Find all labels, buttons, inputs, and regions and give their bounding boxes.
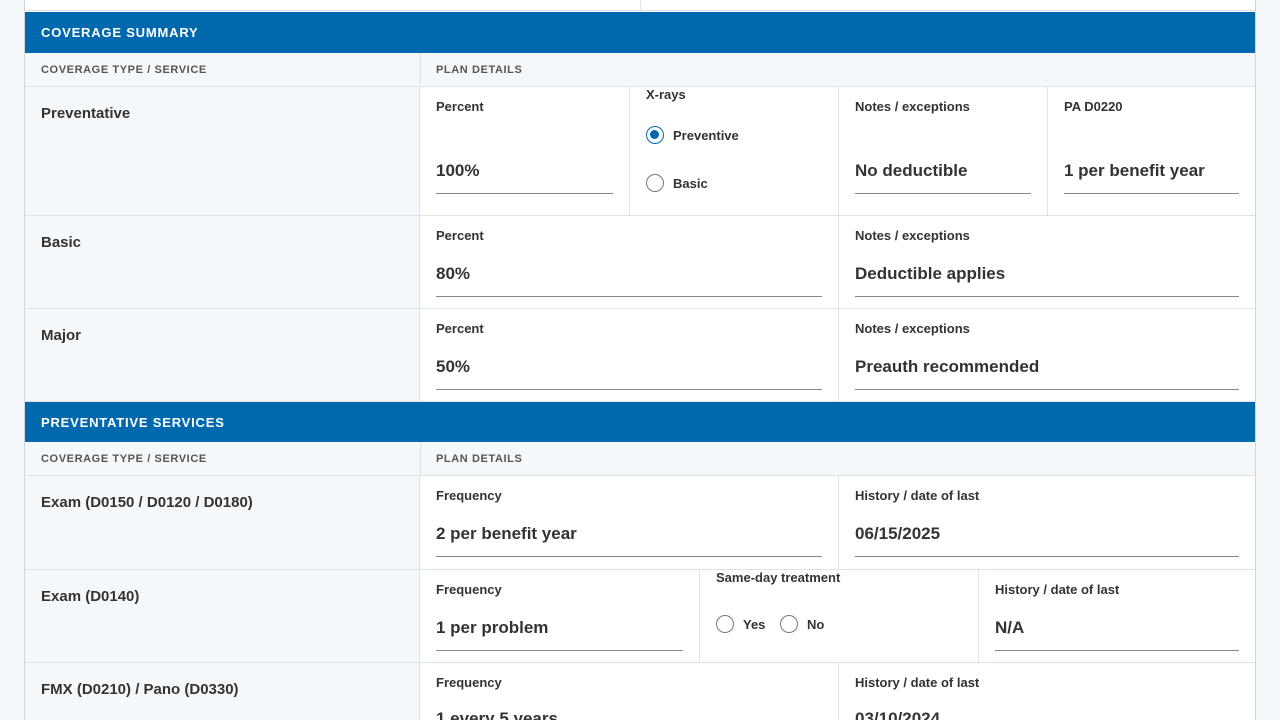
notes-field[interactable]: No deductible	[855, 161, 1031, 194]
radio-label: Preventive	[673, 127, 739, 143]
xrays-cell: X-rays Preventive Basic	[629, 87, 838, 215]
pa-field[interactable]: 1 per benefit year	[1064, 161, 1239, 194]
xrays-option-basic[interactable]: Basic	[646, 174, 708, 192]
service-row-exam-limited: Exam (D0140) Frequency 1 per problem Sam…	[25, 570, 1255, 663]
frequency-label: Frequency	[436, 488, 502, 503]
notes-field[interactable]: Preauth recommended	[855, 357, 1239, 390]
service-name: Basic	[25, 216, 420, 308]
service-name: FMX (D0210) / Pano (D0330)	[25, 663, 420, 720]
coverage-row-major: Major Percent 50% Notes / exceptions Pre…	[25, 309, 1255, 402]
history-field[interactable]: 03/10/2024	[855, 709, 1239, 720]
previous-section-edge	[25, 0, 1255, 11]
history-field[interactable]: 06/15/2025	[855, 524, 1239, 557]
coverage-summary-header: COVERAGE SUMMARY	[25, 12, 1255, 53]
notes-label: Notes / exceptions	[855, 321, 970, 336]
coverage-row-preventative: Preventative Percent 100% X-rays Prevent…	[25, 87, 1255, 216]
history-cell: History / date of last 06/15/2025	[838, 476, 1255, 569]
service-row-exam-periodic: Exam (D0150 / D0120 / D0180) Frequency 2…	[25, 476, 1255, 570]
preventative-services-column-header: COVERAGE TYPE / SERVICE PLAN DETAILS	[25, 442, 1255, 476]
history-label: History / date of last	[855, 488, 980, 503]
frequency-cell: Frequency 1 per problem	[420, 570, 699, 662]
percent-cell: Percent 50%	[420, 309, 838, 401]
notes-label: Notes / exceptions	[855, 228, 970, 243]
radio-label: Basic	[673, 175, 708, 191]
percent-field[interactable]: 50%	[436, 357, 822, 390]
service-name: Preventative	[25, 87, 420, 215]
radio-label: Yes	[743, 616, 766, 632]
column-details-label: PLAN DETAILS	[436, 453, 523, 465]
radio-button[interactable]	[780, 615, 798, 633]
notes-cell: Notes / exceptions Deductible applies	[838, 216, 1255, 308]
xrays-label: X-rays	[646, 87, 686, 102]
preventative-services-header: PREVENTATIVE SERVICES	[25, 402, 1255, 442]
history-label: History / date of last	[855, 675, 980, 690]
pa-label: PA D0220	[1064, 99, 1123, 114]
frequency-field[interactable]: 1 per problem	[436, 618, 683, 651]
percent-label: Percent	[436, 228, 484, 243]
pa-cell: PA D0220 1 per benefit year	[1047, 87, 1255, 215]
same-day-label: Same-day treatment	[716, 570, 841, 585]
column-service-label: COVERAGE TYPE / SERVICE	[41, 64, 207, 76]
notes-cell: Notes / exceptions Preauth recommended	[838, 309, 1255, 401]
frequency-cell: Frequency 1 every 5 years	[420, 663, 838, 720]
percent-cell: Percent 100%	[420, 87, 629, 215]
radio-button[interactable]	[646, 174, 664, 192]
service-name: Exam (D0140)	[25, 570, 420, 662]
percent-cell: Percent 80%	[420, 216, 838, 308]
notes-label: Notes / exceptions	[855, 99, 970, 114]
benefits-form: COVERAGE SUMMARY COVERAGE TYPE / SERVICE…	[24, 0, 1256, 720]
notes-field[interactable]: Deductible applies	[855, 264, 1239, 297]
radio-button[interactable]	[716, 615, 734, 633]
frequency-field[interactable]: 1 every 5 years	[436, 709, 822, 720]
frequency-label: Frequency	[436, 675, 502, 690]
coverage-row-basic: Basic Percent 80% Notes / exceptions Ded…	[25, 216, 1255, 309]
same-day-option-yes[interactable]: Yes	[716, 615, 765, 633]
history-cell: History / date of last N/A	[978, 570, 1255, 662]
notes-cell: Notes / exceptions No deductible	[838, 87, 1047, 215]
service-row-fmx-pano: FMX (D0210) / Pano (D0330) Frequency 1 e…	[25, 663, 1255, 720]
frequency-field[interactable]: 2 per benefit year	[436, 524, 822, 557]
history-cell: History / date of last 03/10/2024	[838, 663, 1255, 720]
same-day-option-no[interactable]: No	[780, 615, 824, 633]
frequency-cell: Frequency 2 per benefit year	[420, 476, 838, 569]
percent-field[interactable]: 80%	[436, 264, 822, 297]
coverage-summary-column-header: COVERAGE TYPE / SERVICE PLAN DETAILS	[25, 53, 1255, 87]
xrays-option-preventive[interactable]: Preventive	[646, 126, 739, 144]
service-name: Major	[25, 309, 420, 401]
column-details-label: PLAN DETAILS	[436, 64, 523, 76]
service-name: Exam (D0150 / D0120 / D0180)	[25, 476, 420, 569]
percent-field[interactable]: 100%	[436, 161, 613, 194]
frequency-label: Frequency	[436, 582, 502, 597]
percent-label: Percent	[436, 99, 484, 114]
history-field[interactable]: N/A	[995, 618, 1239, 651]
history-label: History / date of last	[995, 582, 1120, 597]
radio-button-selected[interactable]	[646, 126, 664, 144]
same-day-cell: Same-day treatment Yes No	[699, 570, 978, 662]
radio-label: No	[807, 616, 825, 632]
percent-label: Percent	[436, 321, 484, 336]
column-service-label: COVERAGE TYPE / SERVICE	[41, 453, 207, 465]
